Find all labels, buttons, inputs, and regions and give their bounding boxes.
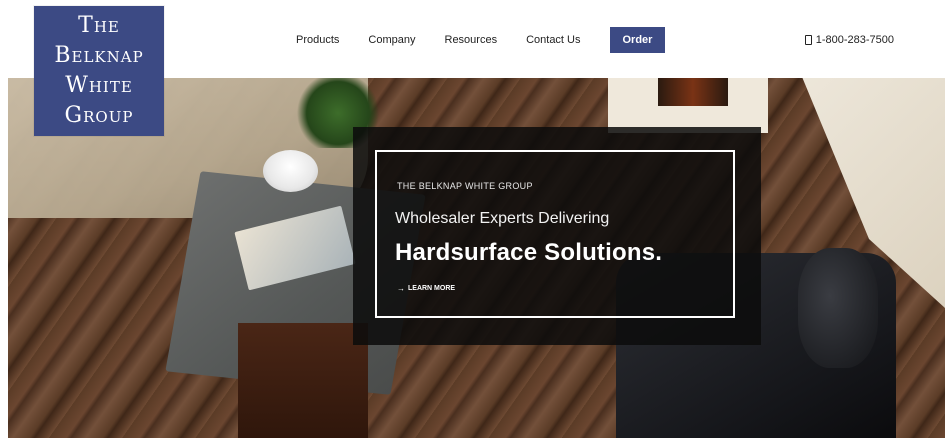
hero-photo-bowl xyxy=(263,150,318,192)
main-nav: Products Company Resources Contact Us Or… xyxy=(296,27,666,53)
learn-more-link[interactable]: → LEARN MORE xyxy=(397,284,455,293)
hero-kicker: THE BELKNAP WHITE GROUP xyxy=(397,181,533,191)
order-button[interactable]: Order xyxy=(609,27,666,53)
hero-headline-line2: Hardsurface Solutions. xyxy=(395,239,663,266)
arrow-right-icon: → xyxy=(397,284,405,293)
learn-more-label: LEARN MORE xyxy=(408,285,456,292)
hero-photo-fire xyxy=(658,78,728,106)
hero-photo-fireplace xyxy=(608,78,768,133)
logo-line-1: The xyxy=(78,13,120,38)
hero-photo-table-base xyxy=(238,323,368,438)
logo-line-4: Group xyxy=(64,103,134,128)
nav-item-products[interactable]: Products xyxy=(296,34,339,46)
nav-item-company[interactable]: Company xyxy=(368,34,415,46)
logo-line-3: White xyxy=(65,73,133,98)
logo-line-2: Belknap xyxy=(54,43,144,68)
nav-item-contact-us[interactable]: Contact Us xyxy=(526,34,580,46)
hero-headline-line1: Wholesaler Experts Delivering xyxy=(395,210,610,227)
phone-number: 1-800-283-7500 xyxy=(815,34,894,46)
hero-photo-cushion xyxy=(798,248,878,368)
hero-overlay-card: THE BELKNAP WHITE GROUP Wholesaler Exper… xyxy=(353,127,761,345)
site-header: The Belknap White Group Products Company… xyxy=(0,0,949,136)
brand-logo[interactable]: The Belknap White Group xyxy=(34,6,164,136)
hero-frame: THE BELKNAP WHITE GROUP Wholesaler Exper… xyxy=(375,150,735,318)
phone-icon xyxy=(804,35,812,45)
nav-item-resources[interactable]: Resources xyxy=(445,34,498,46)
phone-link[interactable]: 1-800-283-7500 xyxy=(804,34,894,46)
